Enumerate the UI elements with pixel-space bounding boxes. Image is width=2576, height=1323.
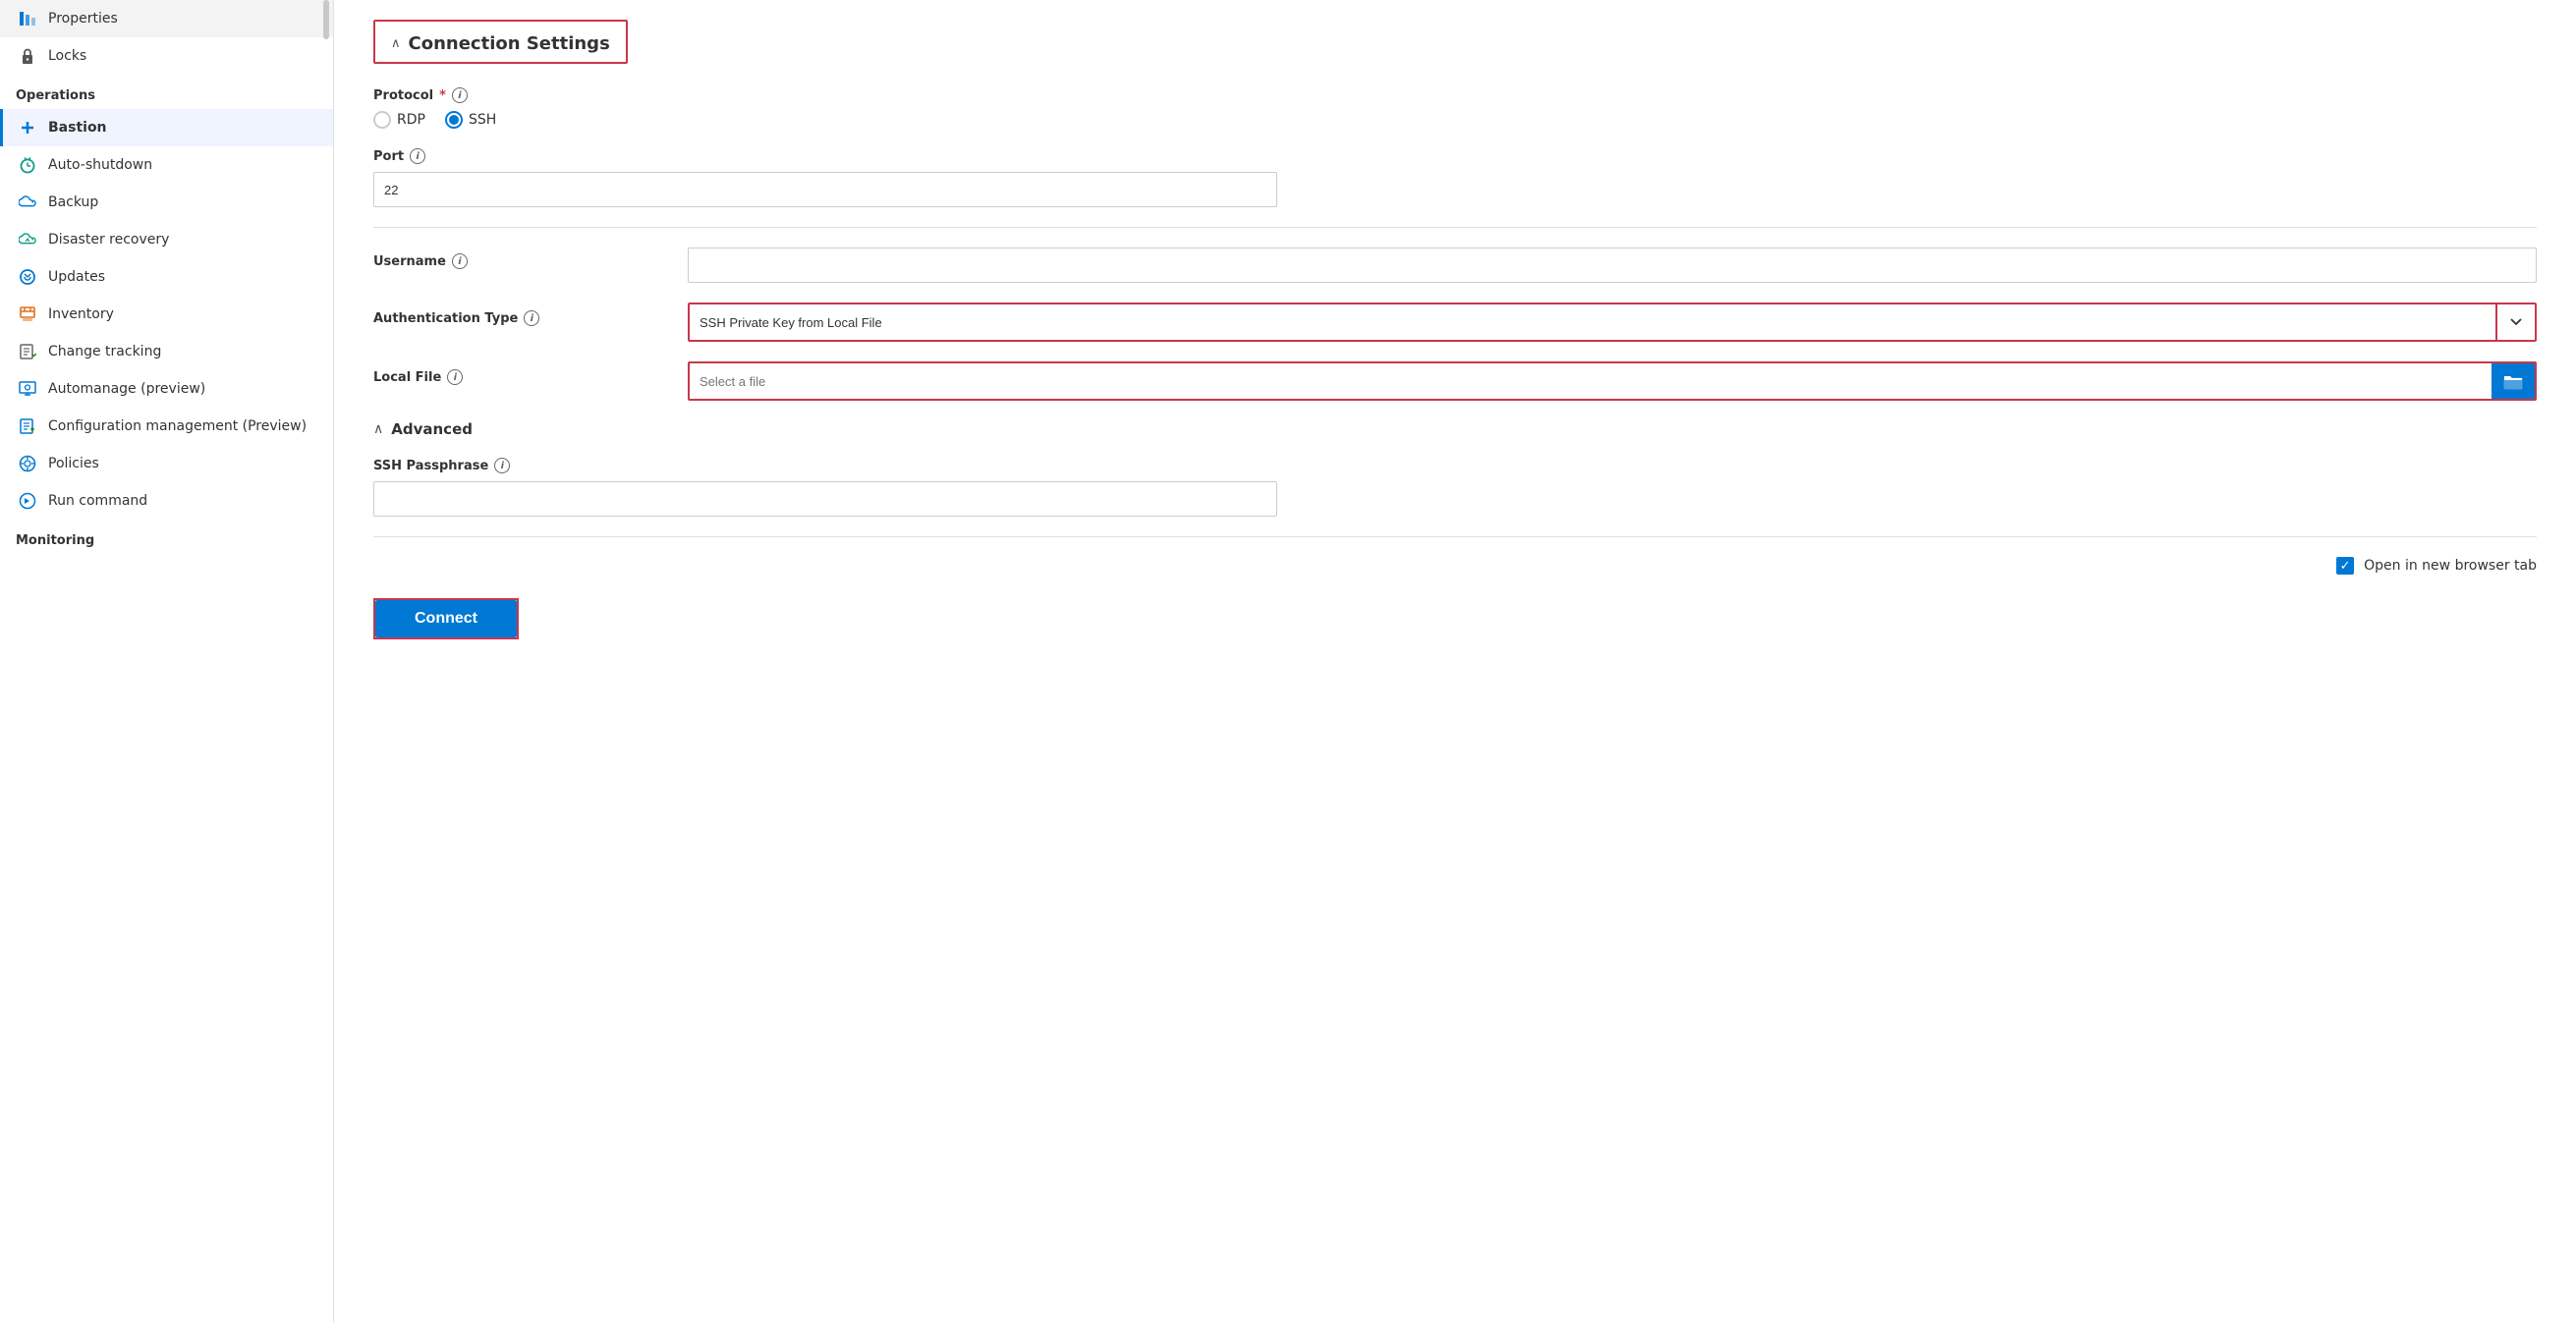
required-star: * [439,88,446,103]
connection-settings-title: Connection Settings [409,33,610,54]
sidebar-item-policies[interactable]: Policies [0,445,333,482]
sidebar-item-automanage[interactable]: Automanage (preview) [0,370,333,408]
config-mgmt-icon [19,417,36,435]
advanced-chevron-icon: ∧ [373,421,383,437]
username-row: Username i [373,248,2537,283]
ssh-passphrase-info-icon[interactable]: i [494,458,510,473]
sidebar-label-automanage: Automanage (preview) [48,381,205,397]
scrollbar[interactable] [323,0,329,39]
ssh-passphrase-input[interactable] [373,481,1277,517]
sidebar-label-config-mgmt: Configuration management (Preview) [48,418,307,434]
change-tracking-icon [19,343,36,360]
properties-icon [19,10,36,28]
policies-icon [19,455,36,472]
advanced-title: Advanced [391,420,473,438]
form-area: Protocol * i RDP SSH Port i [373,87,2537,639]
sidebar-item-updates[interactable]: Updates [0,258,333,296]
advanced-header[interactable]: ∧ Advanced [373,420,2537,438]
sidebar-label-policies: Policies [48,456,99,471]
auth-type-label-col: Authentication Type i [373,310,668,334]
auth-type-dropdown[interactable] [688,303,2537,342]
port-input[interactable] [373,172,1277,207]
auth-type-info-icon[interactable]: i [524,310,539,326]
bastion-icon [19,119,36,137]
sidebar-label-bastion: Bastion [48,120,107,136]
rdp-label: RDP [397,112,425,128]
auth-type-label: Authentication Type i [373,310,668,326]
sidebar-item-change-tracking[interactable]: Change tracking [0,333,333,370]
ssh-passphrase-field: SSH Passphrase i [373,458,1277,517]
section-monitoring: Monitoring [0,520,333,554]
automanage-icon [19,380,36,398]
sidebar-label-run-command: Run command [48,493,147,509]
username-input[interactable] [688,248,2537,283]
clock-icon [19,156,36,174]
inventory-icon [19,305,36,323]
ssh-radio[interactable] [445,111,463,129]
sidebar-item-disaster-recovery[interactable]: Disaster recovery [0,221,333,258]
local-file-input[interactable] [690,363,2492,399]
sidebar-item-config-mgmt[interactable]: Configuration management (Preview) [0,408,333,445]
ssh-option[interactable]: SSH [445,111,496,129]
ssh-passphrase-label: SSH Passphrase i [373,458,1277,473]
divider-2 [373,536,2537,537]
sidebar-item-run-command[interactable]: Run command [0,482,333,520]
username-input-col [688,248,2537,283]
local-file-browse-button[interactable] [2492,363,2535,399]
disaster-recovery-icon [19,231,36,248]
auth-type-row: Authentication Type i [373,303,2537,342]
sidebar-label-disaster-recovery: Disaster recovery [48,232,169,248]
divider-1 [373,227,2537,228]
open-new-tab-row: Open in new browser tab [373,557,2537,575]
sidebar-label-locks: Locks [48,48,86,64]
local-file-info-icon[interactable]: i [447,369,463,385]
open-new-tab-label: Open in new browser tab [2364,558,2537,574]
username-label: Username i [373,253,668,269]
local-file-label: Local File i [373,369,668,385]
local-file-wrapper [688,361,2537,401]
sidebar-item-locks[interactable]: Locks [0,37,333,75]
username-label-col: Username i [373,253,668,277]
protocol-radio-group: RDP SSH [373,111,2537,129]
backup-icon [19,193,36,211]
local-file-label-col: Local File i [373,369,668,393]
rdp-radio[interactable] [373,111,391,129]
protocol-field: Protocol * i RDP SSH [373,87,2537,129]
run-command-icon [19,492,36,510]
section-operations: Operations [0,75,333,109]
connect-button[interactable]: Connect [375,600,517,637]
protocol-info-icon[interactable]: i [452,87,468,103]
local-file-row: Local File i [373,361,2537,401]
auth-type-chevron-icon[interactable] [2495,304,2535,340]
sidebar-label-auto-shutdown: Auto-shutdown [48,157,152,173]
sidebar-label-updates: Updates [48,269,105,285]
sidebar-label-inventory: Inventory [48,306,114,322]
lock-icon [19,47,36,65]
port-field: Port i [373,148,2537,207]
sidebar-item-backup[interactable]: Backup [0,184,333,221]
port-label: Port i [373,148,2537,164]
sidebar: Properties Locks Operations Bastion [0,0,334,1323]
protocol-label: Protocol * i [373,87,2537,103]
sidebar-label-backup: Backup [48,194,98,210]
sidebar-label-properties: Properties [48,11,118,27]
updates-icon [19,268,36,286]
connection-settings-chevron: ∧ [391,36,401,51]
open-new-tab-checkbox[interactable] [2336,557,2354,575]
ssh-label: SSH [469,112,496,128]
sidebar-item-inventory[interactable]: Inventory [0,296,333,333]
auth-type-input-col [688,303,2537,342]
sidebar-item-bastion[interactable]: Bastion [0,109,333,146]
connection-settings-header[interactable]: ∧ Connection Settings [373,20,628,64]
sidebar-item-auto-shutdown[interactable]: Auto-shutdown [0,146,333,184]
rdp-option[interactable]: RDP [373,111,425,129]
main-content: ∧ Connection Settings Protocol * i RDP S… [334,0,2576,1323]
connect-button-wrapper: Connect [373,598,519,639]
port-info-icon[interactable]: i [410,148,425,164]
auth-type-value[interactable] [690,304,2495,340]
local-file-input-col [688,361,2537,401]
sidebar-label-change-tracking: Change tracking [48,344,161,359]
username-info-icon[interactable]: i [452,253,468,269]
sidebar-item-properties[interactable]: Properties [0,0,333,37]
